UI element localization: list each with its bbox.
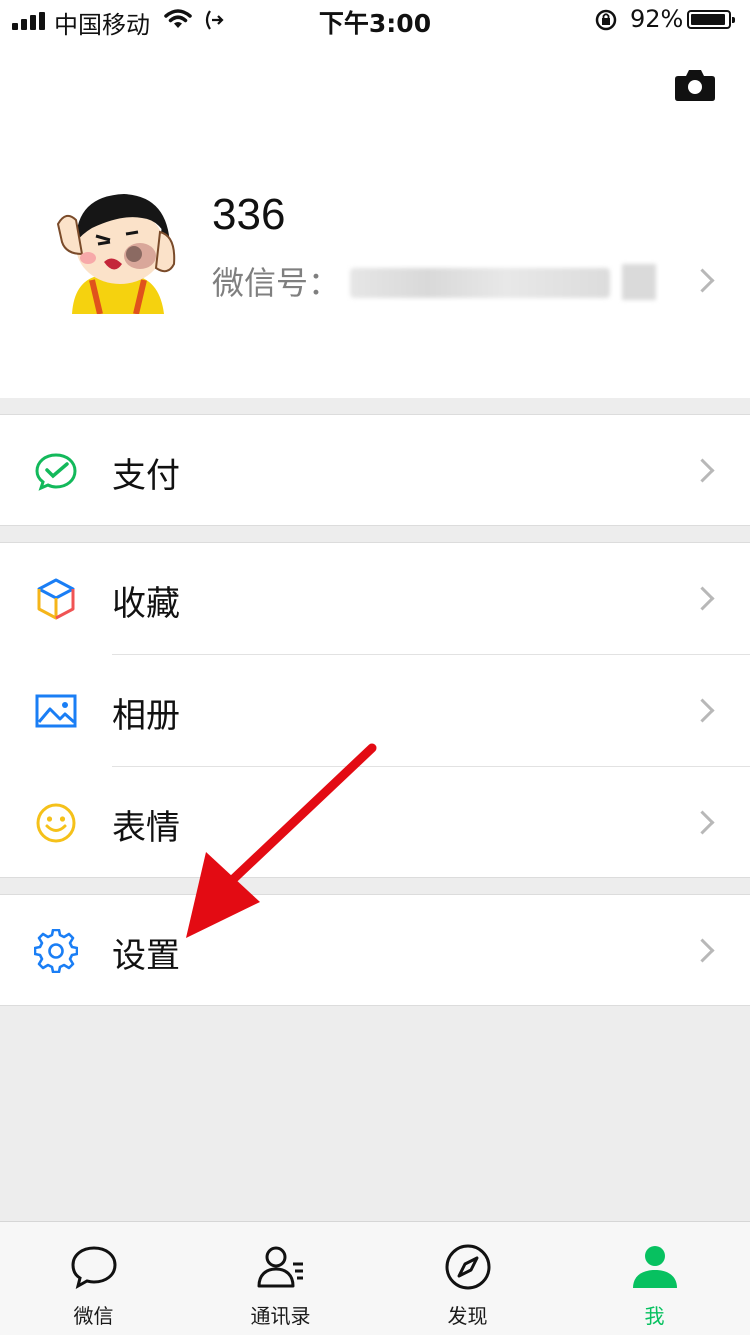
collection-group: 收藏 相册 表情 (0, 542, 750, 878)
chevron-right-icon (690, 586, 715, 611)
tab-discover[interactable]: 发现 (374, 1222, 561, 1335)
tab-chats[interactable]: 微信 (0, 1222, 187, 1335)
chevron-right-icon (690, 458, 715, 483)
stickers-label: 表情 (112, 808, 180, 848)
tab-me-label: 我 (644, 1304, 665, 1328)
chevron-right-icon (690, 268, 715, 293)
qr-code-icon[interactable] (622, 264, 656, 300)
contacts-icon (257, 1246, 303, 1288)
album-image-icon (35, 694, 77, 728)
smiley-icon (36, 803, 76, 843)
compass-icon (445, 1244, 491, 1290)
avatar[interactable] (52, 184, 182, 314)
battery-icon (687, 10, 735, 29)
menu-item-settings[interactable]: 设置 (0, 895, 750, 1006)
tab-me[interactable]: 我 (561, 1222, 748, 1335)
chevron-right-icon (690, 810, 715, 835)
menu-item-stickers[interactable]: 表情 (0, 767, 750, 878)
settings-label: 设置 (112, 936, 180, 976)
camera-icon[interactable] (674, 68, 716, 102)
menu-item-album[interactable]: 相册 (0, 655, 750, 766)
tab-contacts-label: 通讯录 (250, 1304, 311, 1328)
chevron-right-icon (690, 938, 715, 963)
profile-card[interactable]: 336 微信号： (0, 40, 750, 398)
album-label: 相册 (112, 696, 180, 736)
settings-group: 设置 (0, 894, 750, 1006)
tab-bar: 微信 通讯录 发现 我 (0, 1221, 750, 1335)
battery-percentage: 92% (630, 5, 684, 33)
status-bar: 中国移动 下午3:00 92% (0, 0, 750, 40)
tab-contacts[interactable]: 通讯录 (187, 1222, 374, 1335)
chevron-right-icon (690, 698, 715, 723)
pay-group: 支付 (0, 414, 750, 526)
wechat-id-value-blurred (350, 268, 610, 298)
favorites-cube-icon (37, 578, 75, 620)
wechat-id-label: 微信号： (212, 264, 341, 302)
pay-label: 支付 (112, 456, 180, 496)
menu-item-favorites[interactable]: 收藏 (0, 543, 750, 654)
favorites-label: 收藏 (112, 584, 180, 624)
tab-discover-label: 发现 (447, 1304, 488, 1328)
gear-icon (34, 929, 78, 973)
chat-bubble-icon (71, 1246, 117, 1289)
pay-icon (35, 453, 77, 491)
profile-name: 336 (212, 190, 286, 239)
rotation-lock-icon (595, 9, 617, 31)
tab-chats-label: 微信 (73, 1304, 114, 1328)
person-icon (633, 1246, 677, 1288)
menu-item-pay[interactable]: 支付 (0, 415, 750, 526)
